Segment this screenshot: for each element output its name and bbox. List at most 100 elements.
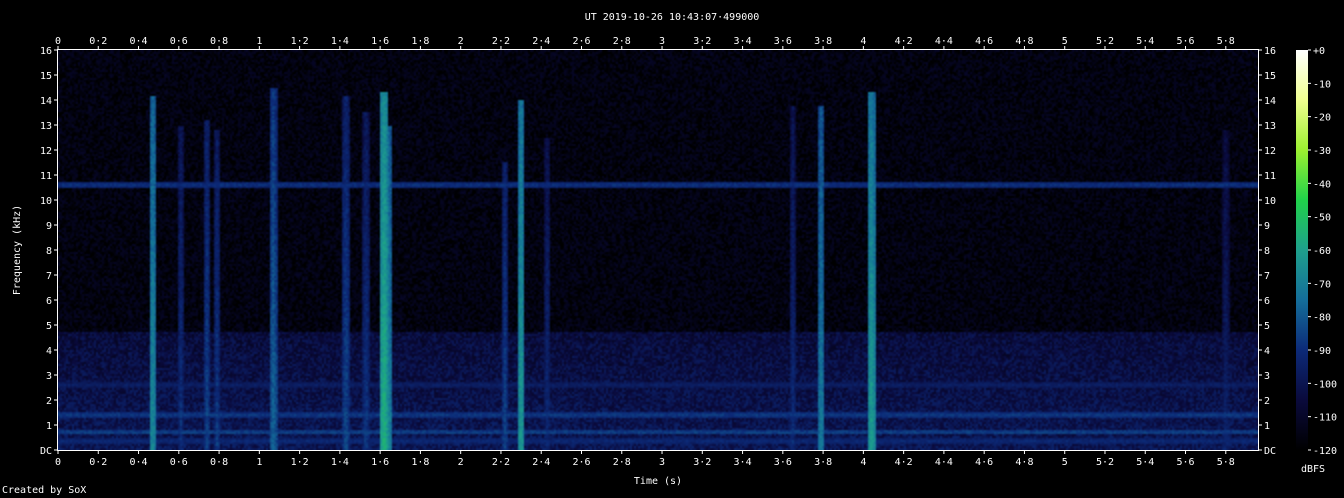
x-tick-label: 5·6: [1176, 36, 1194, 47]
x-tick-label: 4·8: [1015, 36, 1033, 47]
x-tick-label: 0·6: [170, 36, 188, 47]
x-tick-label: 4·6: [975, 36, 993, 47]
y-tick-label: 3: [46, 371, 52, 382]
colorbar-tick-label: -110: [1313, 413, 1337, 424]
y-tick-label: 1: [46, 421, 52, 432]
y-tick-label: 10: [1264, 196, 1276, 207]
y-tick-label: 5: [46, 321, 52, 332]
colorbar-tick-label: -100: [1313, 379, 1337, 390]
colorbar-tick-label: +0: [1313, 46, 1325, 57]
x-tick-label: 2·6: [572, 457, 590, 468]
y-tick-label: 14: [1264, 96, 1276, 107]
y-tick-label: 1: [1264, 421, 1270, 432]
x-tick-label: 5·4: [1136, 457, 1154, 468]
chart-title: UT 2019-10-26 10:43:07·499000: [585, 12, 760, 23]
x-tick-label: 1: [256, 36, 262, 47]
x-tick-label: 2·8: [613, 457, 631, 468]
y-axis-left: DC12345678910111213141516: [40, 46, 58, 457]
y-tick-label: 15: [1264, 71, 1276, 82]
y-tick-label: 7: [1264, 271, 1270, 282]
x-tick-label: 2·6: [572, 36, 590, 47]
y-tick-label: 2: [46, 396, 52, 407]
spectrogram-chart: UT 2019-10-26 10:43:07·499000 0 0·2 0·4 0·6…: [12, 12, 1337, 487]
y-tick-label: 8: [1264, 246, 1270, 257]
y-tick-label: 4: [1264, 346, 1270, 357]
x-tick-label: 0·6: [170, 457, 188, 468]
x-tick-label: 3·8: [814, 36, 832, 47]
x-tick-label: 3: [659, 36, 665, 47]
x-tick-label: 1·2: [291, 457, 309, 468]
y-tick-label: 9: [46, 221, 52, 232]
colorbar-tick-label: -20: [1313, 113, 1331, 124]
x-tick-label: 5·8: [1217, 457, 1235, 468]
y-tick-label: 13: [1264, 121, 1276, 132]
x-tick-label: 4·2: [895, 457, 913, 468]
x-tick-label: 0·4: [130, 36, 148, 47]
plot-area: [57, 49, 1259, 451]
y-axis-right: DC12345678910111213141516: [1258, 46, 1276, 457]
x-tick-label: 5·2: [1096, 457, 1114, 468]
y-tick-label: 16: [1264, 46, 1276, 57]
colorbar-tick-label: -70: [1313, 279, 1331, 290]
y-tick-label: 7: [46, 271, 52, 282]
colorbar-tick-label: -10: [1313, 79, 1331, 90]
colorbar-tick-label: -120: [1313, 446, 1337, 457]
y-axis-label: Frequency (kHz): [12, 205, 23, 295]
x-tick-label: 1·8: [411, 36, 429, 47]
x-tick-label: 3·2: [693, 36, 711, 47]
y-tick-label: 12: [1264, 146, 1276, 157]
y-tick-label: 2: [1264, 396, 1270, 407]
y-tick-label: 12: [40, 146, 52, 157]
colorbar-tick-label: -50: [1313, 213, 1331, 224]
x-tick-label: 2: [458, 36, 464, 47]
x-tick-label: 2·4: [532, 36, 550, 47]
x-tick-label: 4: [860, 457, 866, 468]
x-axis-bottom: 0 0·2 0·4 0·6 0·8 1 1·2 1·4 1·6 1·8 2 2·2 2·4 2·6 2·8 3…: [55, 450, 1235, 468]
x-tick-label: 3·8: [814, 457, 832, 468]
y-tick-label: 9: [1264, 221, 1270, 232]
x-tick-label: 4·4: [935, 36, 953, 47]
x-tick-label: 3·4: [734, 457, 752, 468]
x-tick-label: 5·4: [1136, 36, 1154, 47]
colorbar-ticks: +0 -10 -20 -30 -40 -50 -60 -70 -80 -90 -100 -110 -12…: [1308, 46, 1337, 457]
y-tick-label: 15: [40, 71, 52, 82]
y-tick-label: 6: [46, 296, 52, 307]
x-axis-label: Time (s): [634, 476, 682, 487]
x-tick-label: 2·8: [613, 36, 631, 47]
colorbar-gradient: [1296, 50, 1308, 450]
colorbar-tick-label: -60: [1313, 246, 1331, 257]
x-tick-label: 0: [55, 457, 61, 468]
colorbar-tick-label: -90: [1313, 346, 1331, 357]
y-tick-label: 8: [46, 246, 52, 257]
x-tick-label: 1·4: [331, 36, 349, 47]
x-tick-label: 0·2: [89, 457, 107, 468]
x-tick-label: 1·4: [331, 457, 349, 468]
y-tick-label: DC: [1264, 446, 1276, 457]
x-tick-label: 5·6: [1176, 457, 1194, 468]
colorbar-label: dBFS: [1301, 464, 1325, 475]
x-tick-label: 0·4: [130, 457, 148, 468]
x-tick-label: 3: [659, 457, 665, 468]
x-tick-label: 4·6: [975, 457, 993, 468]
spectrogram-image: [58, 50, 1258, 450]
colorbar-tick-label: -40: [1313, 179, 1331, 190]
x-axis-top: 0 0·2 0·4 0·6 0·8 1 1·2 1·4 1·6 1·8 2 2·2 2·4 2·6 2·8 3…: [55, 36, 1235, 50]
x-tick-label: 5·2: [1096, 36, 1114, 47]
y-tick-label: 6: [1264, 296, 1270, 307]
x-tick-label: 3·6: [774, 457, 792, 468]
y-tick-label: 13: [40, 121, 52, 132]
y-tick-label: 16: [40, 46, 52, 57]
x-tick-label: 0·2: [89, 36, 107, 47]
colorbar-tick-label: -30: [1313, 146, 1331, 157]
y-tick-label: 14: [40, 96, 52, 107]
x-tick-label: 3·6: [774, 36, 792, 47]
credit-text: Created by SoX: [2, 485, 87, 496]
y-tick-label: 5: [1264, 321, 1270, 332]
y-tick-label: 11: [40, 171, 52, 182]
x-tick-label: 2·4: [532, 457, 550, 468]
colorbar-tick-label: -80: [1313, 313, 1331, 324]
y-tick-label: 3: [1264, 371, 1270, 382]
y-tick-label: 4: [46, 346, 52, 357]
x-tick-label: 1·2: [291, 36, 309, 47]
x-tick-label: 0: [55, 36, 61, 47]
